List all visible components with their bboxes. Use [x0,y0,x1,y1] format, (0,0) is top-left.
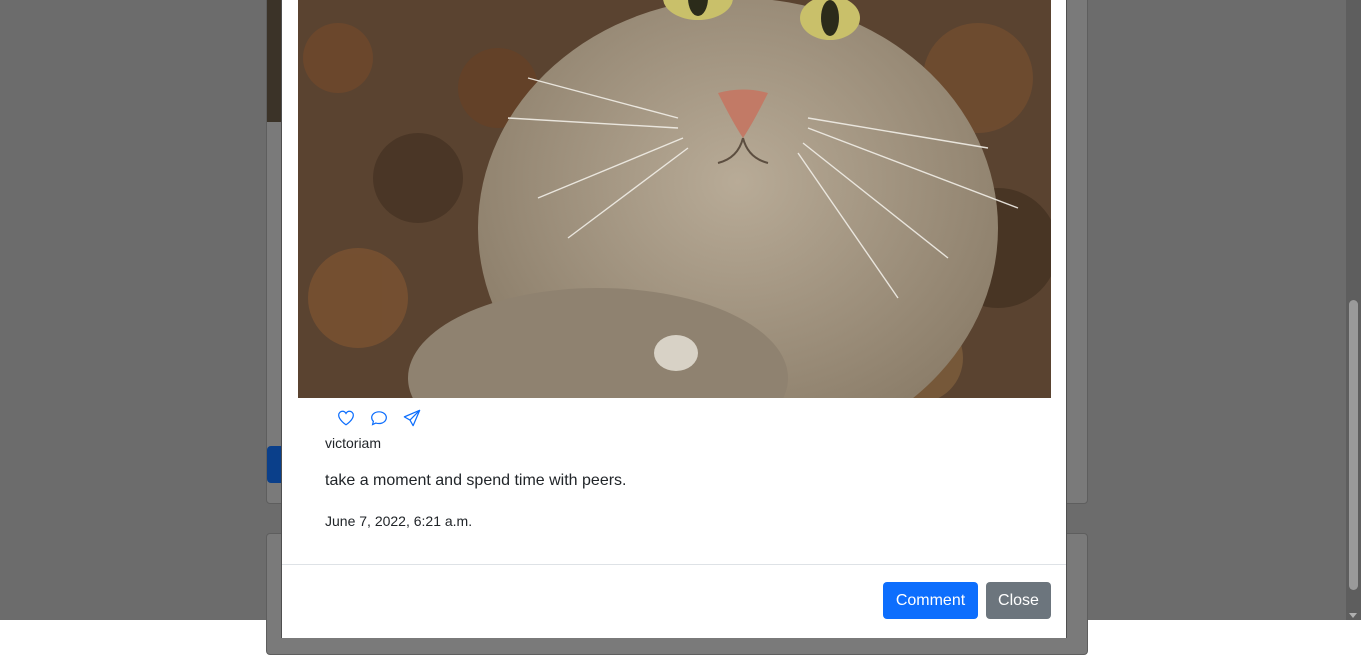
post-author: victoriam [325,435,382,451]
chat-bubble-icon[interactable] [369,408,389,428]
post-actions [336,408,422,428]
send-icon[interactable] [402,408,422,428]
post-caption: take a moment and spend time with peers. [325,472,627,489]
modal-footer-divider [282,564,1066,565]
cat-photo [298,0,1051,398]
page-scrollbar[interactable] [1346,0,1361,620]
post-timestamp: June 7, 2022, 6:21 a.m. [325,513,473,529]
post-image [298,0,1051,398]
heart-icon[interactable] [336,408,356,428]
scrollbar-thumb[interactable] [1349,300,1358,590]
post-modal: victoriam take a moment and spend time w… [281,0,1067,638]
comment-button[interactable]: Comment [883,582,978,619]
close-button[interactable]: Close [986,582,1051,619]
scroll-down-arrow-icon[interactable] [1349,613,1357,618]
